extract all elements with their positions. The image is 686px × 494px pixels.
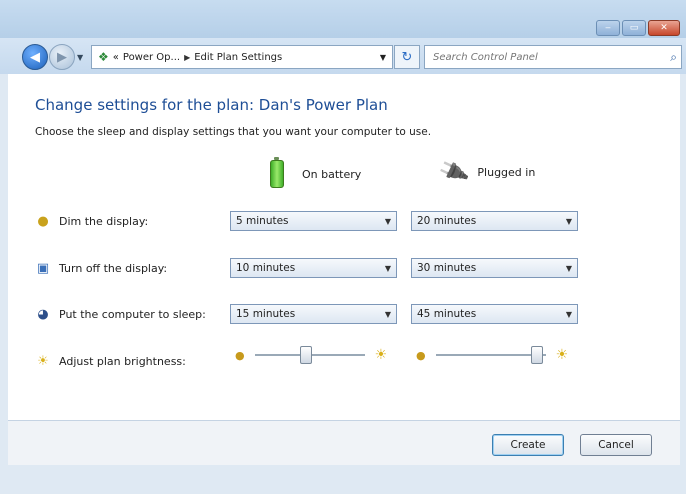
setting-row-sleep: ◕ Put the computer to sleep: xyxy=(35,307,206,322)
breadcrumb-prefix[interactable]: « xyxy=(113,52,119,63)
history-dropdown-icon[interactable]: ▼ xyxy=(77,53,83,62)
dim-battery-value: 5 minutes xyxy=(236,215,289,227)
search-input[interactable] xyxy=(431,50,655,64)
page-title: Change settings for the plan: Dan's Powe… xyxy=(35,96,388,114)
chevron-down-icon: ▼ xyxy=(565,216,573,226)
forward-button[interactable]: ▶ xyxy=(49,44,75,70)
dim-brightness-icon: ● xyxy=(235,348,245,362)
display-off-battery-select[interactable]: 10 minutes ▼ xyxy=(230,258,397,278)
setting-row-brightness: ☀ Adjust plan brightness: xyxy=(35,354,186,369)
refresh-icon: ↻ xyxy=(401,49,413,65)
brightness-plugged-slider[interactable]: ● ☀ xyxy=(416,345,568,365)
battery-icon xyxy=(270,157,284,188)
address-dropdown-icon[interactable]: ▼ xyxy=(380,53,386,62)
dim-brightness-icon: ● xyxy=(416,348,426,362)
minimize-button[interactable]: ‒ xyxy=(596,20,620,36)
brightness-sun-icon: ☀ xyxy=(37,354,49,369)
search-box[interactable]: ⌕ xyxy=(424,45,682,69)
setting-label-display-off: Turn off the display: xyxy=(59,262,168,275)
dim-plugged-select[interactable]: 20 minutes ▼ xyxy=(411,211,578,231)
brightness-battery-slider[interactable]: ● ☀ xyxy=(235,345,387,365)
dim-display-icon: ● xyxy=(37,214,49,229)
breadcrumb-edit-plan-settings[interactable]: Edit Plan Settings xyxy=(194,52,282,63)
breadcrumb-separator-icon[interactable]: ▶ xyxy=(184,53,190,62)
cancel-button[interactable]: Cancel xyxy=(580,434,652,456)
control-panel-icon: ❖ xyxy=(98,50,109,64)
column-label-plugged: Plugged in xyxy=(477,166,536,179)
create-button[interactable]: Create xyxy=(492,434,564,456)
brightness-plugged-track[interactable] xyxy=(435,346,546,364)
back-button[interactable]: ◀ xyxy=(22,44,48,70)
navigation-bar: ◀ ▶ ▼ ❖ « Power Op... ▶ Edit Plan Settin… xyxy=(0,38,686,74)
window-controls: ‒ ▭ ✕ xyxy=(596,20,680,36)
chevron-down-icon: ▼ xyxy=(384,216,392,226)
column-label-battery: On battery xyxy=(302,167,362,181)
window-titlebar: ‒ ▭ ✕ xyxy=(0,0,686,38)
sleep-battery-value: 15 minutes xyxy=(236,308,296,320)
back-arrow-icon: ◀ xyxy=(30,49,40,65)
maximize-button[interactable]: ▭ xyxy=(622,20,646,36)
forward-arrow-icon: ▶ xyxy=(57,49,67,65)
chevron-down-icon: ▼ xyxy=(384,309,392,319)
sleep-battery-select[interactable]: 15 minutes ▼ xyxy=(230,304,397,324)
sleep-plugged-value: 45 minutes xyxy=(417,308,477,320)
chevron-down-icon: ▼ xyxy=(565,309,573,319)
refresh-button[interactable]: ↻ xyxy=(394,45,420,69)
address-bar[interactable]: ❖ « Power Op... ▶ Edit Plan Settings ▼ xyxy=(91,45,393,69)
sleep-plugged-select[interactable]: 45 minutes ▼ xyxy=(411,304,578,324)
setting-label-dim: Dim the display: xyxy=(59,215,149,228)
display-off-plugged-select[interactable]: 30 minutes ▼ xyxy=(411,258,578,278)
setting-label-sleep: Put the computer to sleep: xyxy=(59,308,206,321)
setting-label-brightness: Adjust plan brightness: xyxy=(59,355,186,368)
brightness-plugged-thumb[interactable] xyxy=(530,346,543,364)
column-header-battery: On battery xyxy=(270,157,362,188)
display-off-plugged-value: 30 minutes xyxy=(417,262,477,274)
window-bottom-frame xyxy=(0,466,686,494)
chevron-down-icon: ▼ xyxy=(384,263,392,273)
close-button[interactable]: ✕ xyxy=(648,20,680,36)
display-off-battery-value: 10 minutes xyxy=(236,262,296,274)
chevron-down-icon: ▼ xyxy=(565,263,573,273)
dim-plugged-value: 20 minutes xyxy=(417,215,477,227)
plug-icon: 🔌 xyxy=(436,156,471,189)
column-header-plugged: 🔌 Plugged in xyxy=(437,156,536,189)
brightness-battery-track[interactable] xyxy=(254,346,365,364)
dim-battery-select[interactable]: 5 minutes ▼ xyxy=(230,211,397,231)
search-icon[interactable]: ⌕ xyxy=(670,50,677,65)
breadcrumb-power-options[interactable]: Power Op... xyxy=(123,52,180,63)
main-content: Change settings for the plan: Dan's Powe… xyxy=(8,74,680,420)
brightness-battery-thumb[interactable] xyxy=(299,346,312,364)
monitor-icon: ▣ xyxy=(36,261,50,276)
bright-brightness-icon: ☀ xyxy=(374,347,388,363)
bright-brightness-icon: ☀ xyxy=(555,347,569,363)
sleep-moon-icon: ◕ xyxy=(37,307,49,322)
setting-row-display-off: ▣ Turn off the display: xyxy=(35,261,167,276)
setting-row-dim: ● Dim the display: xyxy=(35,214,148,229)
page-subtitle: Choose the sleep and display settings th… xyxy=(35,126,432,138)
